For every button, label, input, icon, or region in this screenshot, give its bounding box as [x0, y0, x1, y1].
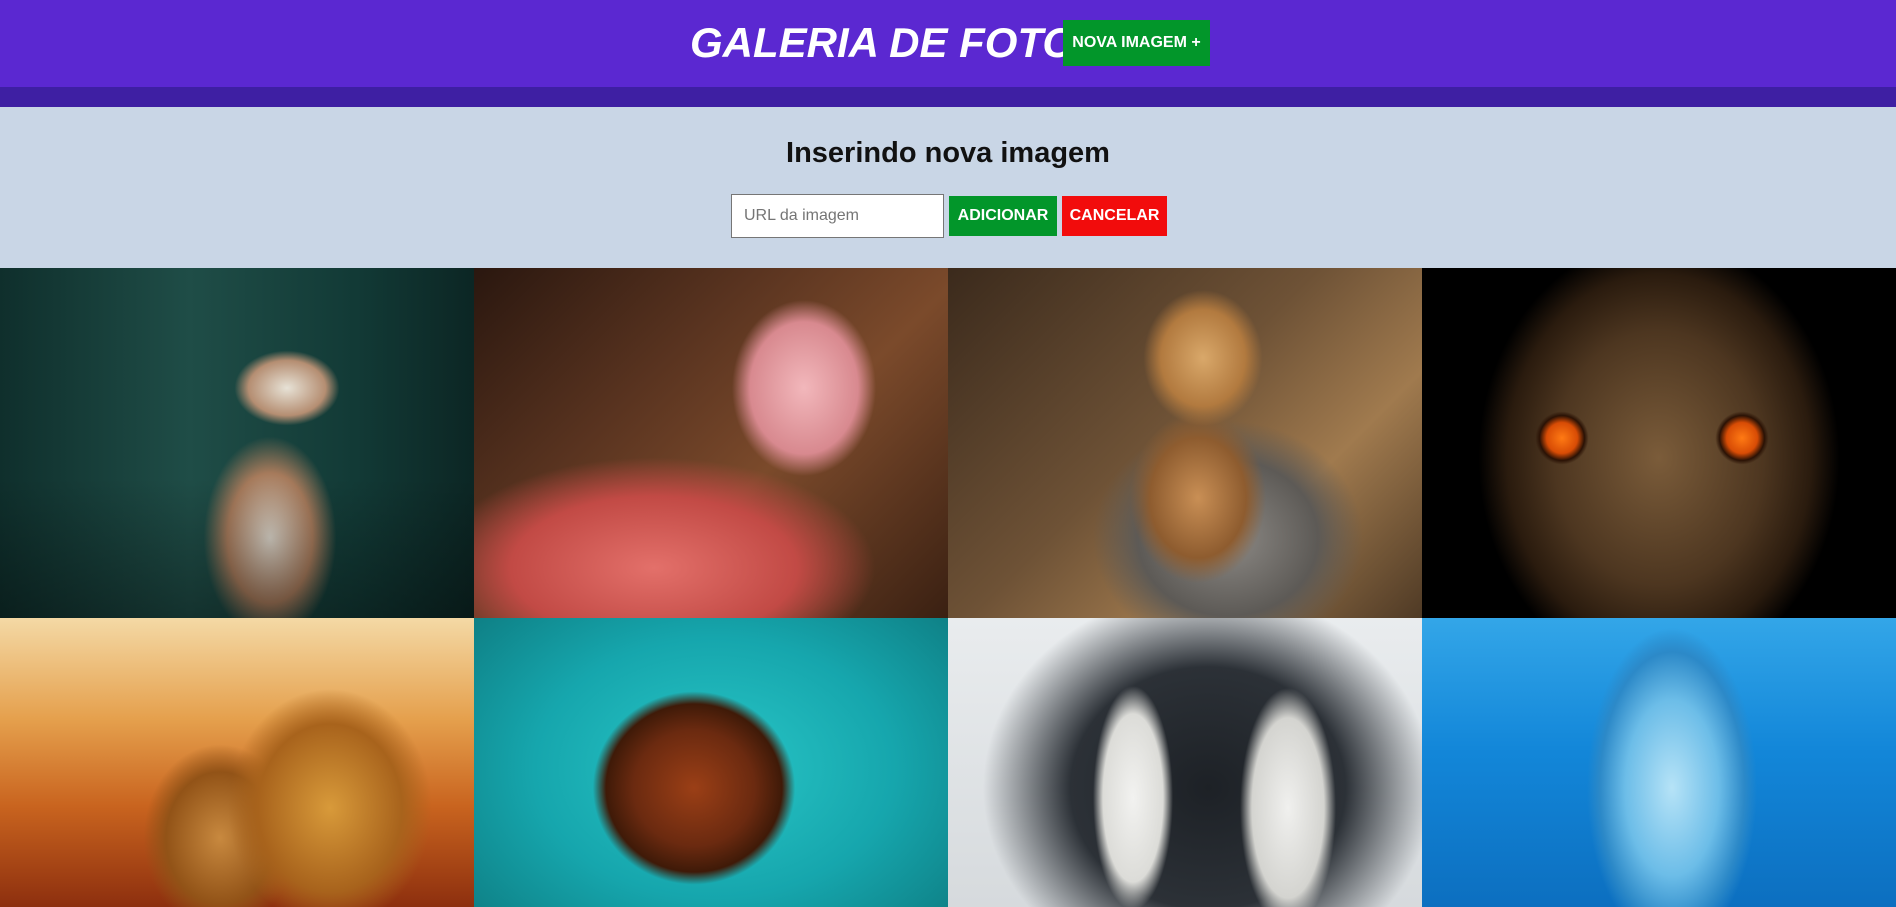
gallery-image-puppies[interactable]	[948, 268, 1422, 618]
form-title: Inserindo nova imagem	[786, 137, 1110, 169]
new-image-form: Inserindo nova imagem ADICIONAR CANCELAR	[0, 107, 1896, 268]
gallery-image-dolphin[interactable]	[1422, 618, 1896, 907]
cancel-button[interactable]: CANCELAR	[1062, 196, 1167, 236]
image-url-input[interactable]	[731, 194, 944, 238]
add-button[interactable]: ADICIONAR	[949, 196, 1057, 236]
image-gallery	[0, 268, 1896, 907]
gallery-image-cat[interactable]	[0, 268, 474, 618]
header-stripe	[0, 87, 1896, 107]
gallery-image-flamingo[interactable]	[474, 268, 948, 618]
gallery-image-owl[interactable]	[1422, 268, 1896, 618]
gallery-image-lions[interactable]	[0, 618, 474, 907]
page-title: GALERIA DE FOTOS	[690, 19, 1104, 66]
new-image-button[interactable]: NOVA IMAGEM +	[1063, 20, 1210, 66]
gallery-image-penguins[interactable]	[948, 618, 1422, 907]
image-shade	[0, 268, 474, 618]
gallery-image-sea-turtle[interactable]	[474, 618, 948, 907]
